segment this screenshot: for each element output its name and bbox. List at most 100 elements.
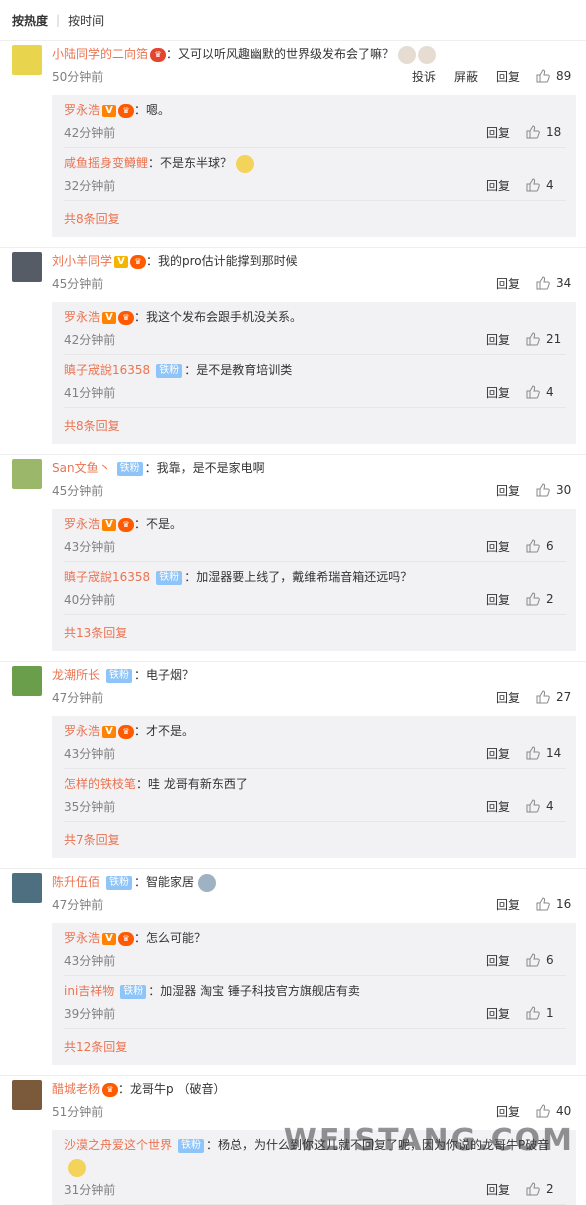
avatar[interactable] [12,666,42,696]
like-button[interactable]: 18 [526,125,566,139]
comment-meta: 50分钟前 投诉 屏蔽 回复 89 [52,65,576,87]
avatar[interactable] [12,252,42,282]
reply-button[interactable]: 回复 [496,896,520,913]
verified-badge: V [102,311,117,324]
username[interactable]: 醋城老杨 [52,1082,100,1096]
reply-button[interactable]: 回复 [486,1181,510,1198]
more-replies-link[interactable]: 共8条回复 [64,201,566,237]
thumb-up-icon [526,1182,540,1196]
username[interactable]: 怎样的铁枝笔 [64,777,136,791]
username[interactable]: 沙漠之舟爱这个世界 [64,1138,172,1152]
like-count: 2 [546,1182,554,1196]
avatar[interactable] [12,873,42,903]
like-button[interactable]: 89 [536,69,576,83]
thumb-up-icon [526,332,540,346]
reply-item: ini吉祥物 铁粉 ：加湿器 淘宝 锤子科技官方旗舰店有卖 39分钟前 回复 1 [64,976,566,1029]
reply-button[interactable]: 回复 [486,798,510,815]
reply-button[interactable]: 回复 [486,591,510,608]
like-count: 34 [556,276,572,290]
comment-time: 43分钟前 [64,746,116,761]
more-replies-link[interactable]: 共13条回复 [64,615,566,651]
comment-text: ：龙哥牛p （破音） [118,1082,226,1096]
avatar[interactable] [12,45,42,75]
like-button[interactable]: 2 [526,592,566,606]
username[interactable]: 瞋子宬說16358 [64,570,150,584]
reply-button[interactable]: 回复 [496,482,520,499]
reply-button[interactable]: 回复 [486,177,510,194]
reply-button[interactable]: 回复 [486,331,510,348]
reply-button[interactable]: 回复 [496,689,520,706]
avatar[interactable] [12,1080,42,1110]
reply-list: 罗永浩 V ♛ ：才不是。 43分钟前 回复 14 怎样的铁枝笔：哇 龙哥有新东西了 35分钟前… [52,716,576,858]
level-badge: ♛ [102,1082,119,1097]
sort-by-time[interactable]: 按时间 [68,12,104,29]
like-button[interactable]: 4 [526,178,566,192]
comment-meta: 32分钟前 回复 4 [64,174,566,196]
report-button[interactable]: 投诉 [412,68,436,85]
thumb-up-icon [536,1104,550,1118]
like-button[interactable]: 34 [536,276,576,290]
reply-item: 瞋子宬說16358 铁粉 ：是不是教育培训类 41分钟前 回复 4 [64,355,566,408]
username[interactable]: 咸鱼摇身变鳟鲤 [64,156,148,170]
reply-button[interactable]: 回复 [486,1005,510,1022]
username[interactable]: ini吉祥物 [64,984,114,998]
reply-button[interactable]: 回复 [486,745,510,762]
like-button[interactable]: 16 [536,897,576,911]
like-button[interactable]: 6 [526,953,566,967]
like-button[interactable]: 14 [526,746,566,760]
like-button[interactable]: 30 [536,483,576,497]
like-button[interactable]: 6 [526,539,566,553]
comment-meta: 43分钟前 回复 14 [64,742,566,764]
username[interactable]: 罗永浩 [64,103,100,117]
username[interactable]: 陈升伍佰 [52,875,100,889]
reply-item: 瞋子宬說16358 铁粉 ：加湿器要上线了，戴维希瑞音箱还远吗？ 40分钟前 回复 2 [64,562,566,615]
block-button[interactable]: 屏蔽 [454,68,478,85]
reply-body: 罗永浩 V ♛ ：嗯。 [64,99,566,121]
username[interactable]: 罗永浩 [64,517,100,531]
like-button[interactable]: 40 [536,1104,576,1118]
username[interactable]: 瞋子宬說16358 [64,363,150,377]
like-button[interactable]: 2 [526,1182,566,1196]
reply-button[interactable]: 回复 [486,384,510,401]
reply-body: 怎样的铁枝笔：哇 龙哥有新东西了 [64,773,566,795]
like-button[interactable]: 1 [526,1006,566,1020]
comment-time: 47分钟前 [52,897,104,912]
like-button[interactable]: 27 [536,690,576,704]
username[interactable]: 龙潮所长 [52,668,100,682]
like-button[interactable]: 4 [526,385,566,399]
like-count: 18 [546,125,562,139]
username[interactable]: San文鱼丶 [52,461,111,475]
comment: 龙潮所长 铁粉 ：电子烟？ 47分钟前 回复 27 罗永浩 V ♛ ：才不是。 43分钟前 回复 14 怎… [0,661,586,858]
thumb-up-icon [526,953,540,967]
avatar[interactable] [12,459,42,489]
reply-body: 罗永浩 V ♛ ：我这个发布会跟手机没关系。 [64,306,566,328]
username[interactable]: 罗永浩 [64,931,100,945]
reply-button[interactable]: 回复 [496,275,520,292]
like-count: 1 [546,1006,554,1020]
like-count: 2 [546,592,554,606]
thumb-up-icon [526,178,540,192]
comment-time: 50分钟前 [52,69,104,84]
like-button[interactable]: 21 [526,332,566,346]
more-replies-link[interactable]: 共12条回复 [64,1029,566,1065]
reply-button[interactable]: 回复 [496,1103,520,1120]
username[interactable]: 刘小羊同学 [52,254,112,268]
tiefen-badge: 铁粉 [116,461,143,476]
like-button[interactable]: 4 [526,799,566,813]
username[interactable]: 罗永浩 [64,310,100,324]
like-count: 14 [546,746,562,760]
reply-button[interactable]: 回复 [486,124,510,141]
reply-button[interactable]: 回复 [486,952,510,969]
member-badge: ♛ [150,47,167,62]
comment-time: 43分钟前 [64,539,116,554]
comment-text: ：智能家居 [134,875,195,889]
reply-button[interactable]: 回复 [496,68,520,85]
username[interactable]: 小陆同学的二向箔 [52,47,148,61]
reply-item: 罗永浩 V ♛ ：不是。 43分钟前 回复 6 [64,509,566,562]
username[interactable]: 罗永浩 [64,724,100,738]
reply-item: 罗永浩 V ♛ ：我这个发布会跟手机没关系。 42分钟前 回复 21 [64,302,566,355]
more-replies-link[interactable]: 共7条回复 [64,822,566,858]
more-replies-link[interactable]: 共8条回复 [64,408,566,444]
sort-by-hot[interactable]: 按热度 [12,12,48,29]
reply-button[interactable]: 回复 [486,538,510,555]
